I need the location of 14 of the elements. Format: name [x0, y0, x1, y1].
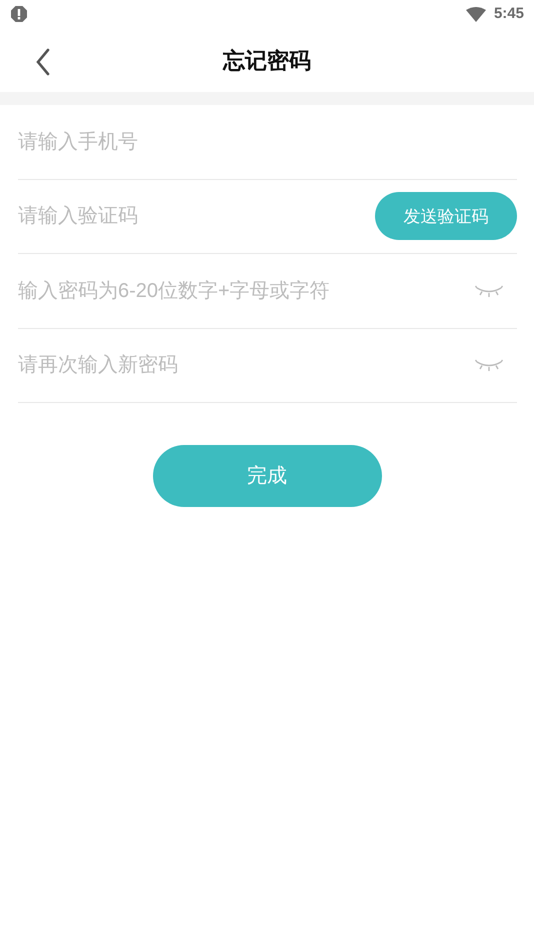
- wifi-icon: [466, 6, 486, 22]
- page-title: 忘记密码: [223, 46, 311, 74]
- input-field[interactable]: 请再次输入新密码: [18, 350, 474, 380]
- status-time: 5:45: [494, 4, 524, 24]
- input-field[interactable]: 输入密码为6-20位数字+字母或字符: [18, 276, 474, 306]
- input-field[interactable]: 请输入手机号: [18, 126, 517, 157]
- eye-closed-icon: [475, 284, 503, 297]
- done-button[interactable]: 完成: [152, 445, 382, 507]
- back-icon: [35, 48, 51, 76]
- eye-closed-icon: [475, 359, 503, 372]
- send-code-button[interactable]: 发送验证码: [375, 192, 517, 240]
- input-field[interactable]: 请输入验证码: [18, 201, 375, 232]
- visibility-toggle[interactable]: [474, 357, 504, 374]
- alert-icon: [10, 5, 28, 23]
